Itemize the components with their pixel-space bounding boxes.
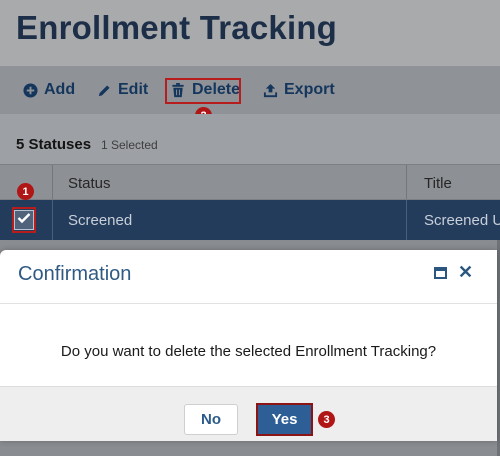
selected-count: 1 Selected — [101, 138, 158, 152]
title-bar: Enrollment Tracking — [0, 0, 500, 66]
dialog-title: Confirmation — [18, 263, 132, 285]
close-icon[interactable]: ✕ — [458, 262, 473, 283]
toolbar: Add Edit Delete Export — [0, 66, 500, 114]
summary-row: 5 Statuses 1 Selected — [0, 114, 500, 164]
edit-label: Edit — [118, 81, 149, 98]
column-header-status[interactable]: Status — [68, 175, 111, 192]
status-count: 5 Statuses — [16, 136, 92, 153]
checkbox-highlight-box — [12, 207, 36, 233]
yes-button[interactable]: Yes — [256, 403, 313, 436]
table-header: Status Title — [0, 164, 500, 200]
callout-badge-1: 1 — [17, 183, 34, 200]
dialog-header: Confirmation ✕ — [0, 250, 497, 304]
maximize-icon[interactable] — [434, 267, 447, 279]
dialog-footer: No Yes 3 — [0, 386, 497, 441]
callout-badge-3: 3 — [318, 411, 335, 428]
cell-status: Screened — [68, 212, 133, 229]
add-label: Add — [44, 81, 76, 98]
plus-circle-icon — [22, 82, 38, 98]
table-row[interactable]: Screened Screened U — [0, 200, 500, 240]
add-button[interactable]: Add — [22, 78, 75, 102]
dialog-message: Do you want to delete the selected Enrol… — [60, 343, 437, 360]
page-title: Enrollment Tracking — [16, 9, 338, 46]
export-button[interactable]: Export — [262, 78, 335, 102]
cell-title: Screened U — [424, 212, 500, 229]
pencil-icon — [96, 82, 112, 98]
no-button[interactable]: No — [184, 404, 238, 435]
upload-icon — [262, 82, 278, 98]
export-label: Export — [284, 81, 335, 98]
column-header-title[interactable]: Title — [424, 175, 452, 192]
edit-button[interactable]: Edit — [96, 78, 148, 102]
column-divider — [52, 165, 53, 199]
confirmation-dialog: Confirmation ✕ Do you want to delete the… — [0, 250, 497, 441]
delete-highlight-box — [165, 78, 241, 104]
column-divider — [52, 200, 53, 240]
column-divider — [406, 165, 407, 199]
column-divider — [406, 200, 407, 240]
